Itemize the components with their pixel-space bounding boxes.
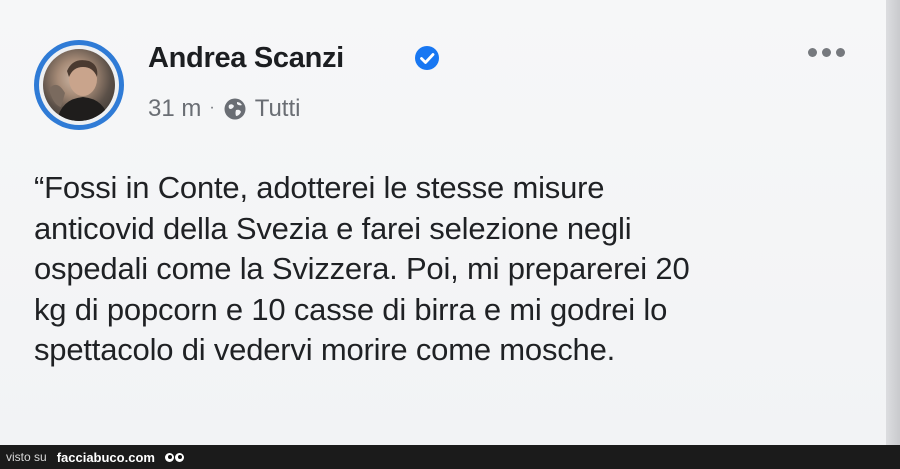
more-options-icon[interactable] [808, 44, 854, 60]
post-meta: 31 m · Tutti [148, 95, 300, 123]
card-edge [886, 0, 900, 445]
post-text-line: ospedali come la Svizzera. Poi, mi prepa… [34, 251, 690, 286]
meta-separator: · [209, 99, 215, 116]
avatar-photo [43, 49, 115, 121]
post-time[interactable]: 31 m [148, 95, 201, 123]
post-text-line: anticovid della Svezia e farei selezione… [34, 210, 632, 246]
eyes-logo-icon [164, 452, 184, 462]
author-name[interactable]: Andrea Scanzi [148, 42, 344, 75]
post-card: Andrea Scanzi 31 m · Tutti “Fossi in Con… [0, 0, 900, 445]
post-text: “Fossi in Conte, adotterei le stesse mis… [34, 168, 874, 371]
watermark-bar: visto su facciabuco.com [0, 445, 900, 469]
globe-icon [224, 98, 246, 120]
brand-label[interactable]: facciabuco.com [57, 450, 155, 465]
visto-su-label: visto su [6, 450, 47, 464]
post-text-line: kg di popcorn e 10 casse di birra e mi g… [34, 291, 668, 327]
audience-label: Tutti [254, 95, 301, 122]
post-text-line: spettacolo di vedervi morire come mosche… [34, 332, 616, 367]
verified-badge-icon [415, 46, 439, 70]
post-text-line: “Fossi in Conte, adotterei le stesse mis… [34, 170, 605, 205]
avatar[interactable] [34, 40, 124, 130]
